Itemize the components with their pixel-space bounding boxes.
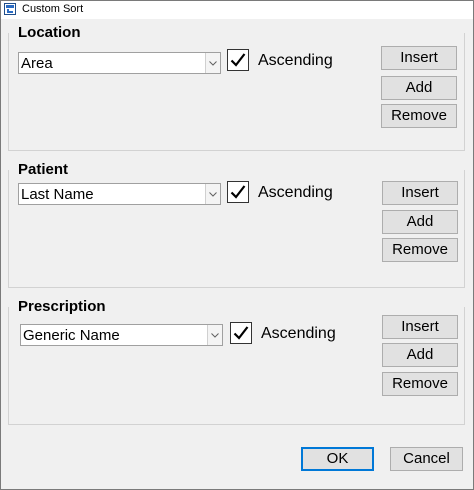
prescription-insert-button[interactable]: Insert xyxy=(382,315,458,339)
prescription-add-button[interactable]: Add xyxy=(382,343,458,367)
group-patient: Patient Last Name Ascending Insert Add R… xyxy=(8,161,465,288)
chevron-down-icon[interactable] xyxy=(205,184,220,204)
group-title-location: Location xyxy=(18,24,84,42)
prescription-remove-button[interactable]: Remove xyxy=(382,372,458,396)
prescription-field-value: Generic Name xyxy=(23,327,120,344)
patient-field-select[interactable]: Last Name xyxy=(18,183,221,205)
patient-ascending-label: Ascending xyxy=(258,184,333,201)
location-remove-button[interactable]: Remove xyxy=(381,104,457,128)
group-title-prescription: Prescription xyxy=(18,298,109,316)
window-title: Custom Sort xyxy=(22,3,84,15)
chevron-down-icon[interactable] xyxy=(205,53,220,73)
group-location: Location Area Ascending Insert Add Remov… xyxy=(8,24,465,151)
patient-field-value: Last Name xyxy=(21,186,94,203)
location-add-button[interactable]: Add xyxy=(381,76,457,100)
patient-add-button[interactable]: Add xyxy=(382,210,458,234)
sort-icon xyxy=(4,3,16,15)
patient-ascending-checkbox[interactable] xyxy=(227,181,249,203)
prescription-ascending-checkbox[interactable] xyxy=(230,322,252,344)
checkmark-icon xyxy=(230,53,246,67)
custom-sort-dialog: Custom Sort Location Area Ascending Inse… xyxy=(0,0,474,490)
checkmark-icon xyxy=(230,185,246,199)
prescription-field-select[interactable]: Generic Name xyxy=(20,324,223,346)
cancel-button[interactable]: Cancel xyxy=(390,447,463,471)
ok-button[interactable]: OK xyxy=(301,447,374,471)
location-field-value: Area xyxy=(21,55,53,72)
location-insert-button[interactable]: Insert xyxy=(381,46,457,70)
location-field-select[interactable]: Area xyxy=(18,52,221,74)
patient-remove-button[interactable]: Remove xyxy=(382,238,458,262)
location-ascending-label: Ascending xyxy=(258,52,333,69)
group-title-patient: Patient xyxy=(18,161,72,179)
prescription-ascending-label: Ascending xyxy=(261,325,336,342)
patient-insert-button[interactable]: Insert xyxy=(382,181,458,205)
title-bar[interactable]: Custom Sort xyxy=(1,1,473,19)
checkmark-icon xyxy=(233,326,249,340)
chevron-down-icon[interactable] xyxy=(207,325,222,345)
group-prescription: Prescription Generic Name Ascending Inse… xyxy=(8,298,465,425)
location-ascending-checkbox[interactable] xyxy=(227,49,249,71)
